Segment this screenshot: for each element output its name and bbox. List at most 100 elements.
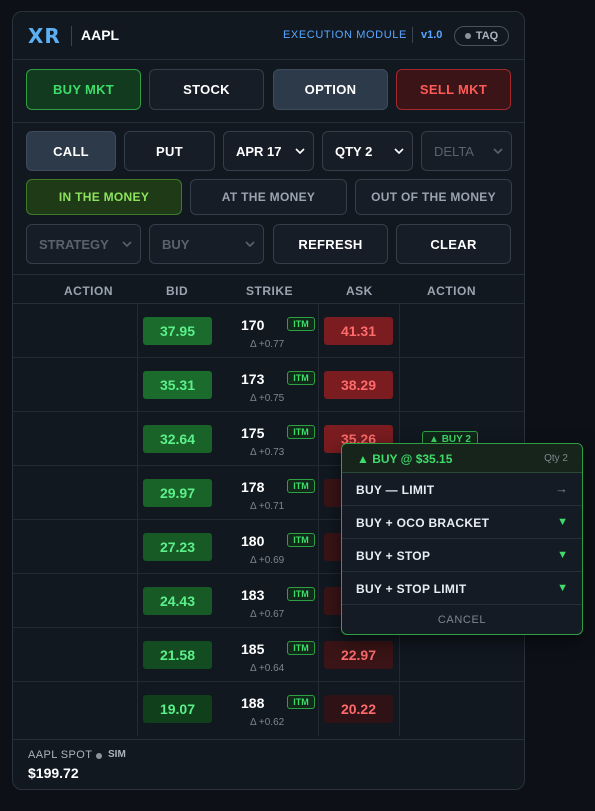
chain-table-header: ACTION BID STRIKE ASK ACTION [13,274,524,304]
column-divider [399,358,400,412]
itm-badge: ITM [287,425,315,439]
strike-price: 185 [241,641,265,657]
version-label: v1.0 [421,29,443,41]
column-divider [399,304,400,358]
column-divider [399,628,400,682]
refresh-button[interactable]: REFRESH [273,224,388,264]
header-divider [71,26,72,46]
ask-price-cell[interactable]: 41.31 [324,317,393,345]
column-divider [137,358,138,412]
menu-item-label: BUY + OCO BRACKET [356,516,490,530]
status-dot-icon [464,33,471,39]
buy-market-button[interactable]: BUY MKT [26,69,141,110]
out-of-the-money-button[interactable]: OUT OF THE MONEY [355,179,512,215]
menu-item-buy-stop[interactable]: BUY + STOP ▼ [342,539,582,572]
itm-badge: ITM [287,587,315,601]
expand-triangle-icon: ▼ [557,516,568,528]
expand-triangle-icon: ▼ [557,582,568,594]
column-divider [318,520,319,574]
bid-price-cell[interactable]: 37.95 [143,317,212,345]
menu-item-buy-stop-limit[interactable]: BUY + STOP LIMIT ▼ [342,572,582,605]
strike-price: 175 [241,425,265,441]
strike-price: 170 [241,317,265,333]
bid-price-cell[interactable]: 29.97 [143,479,212,507]
mode-badge: SIM [108,749,126,760]
column-header-strike: STRIKE [246,284,294,298]
column-divider [318,358,319,412]
delta-value: Δ +0.69 [250,555,285,566]
put-button[interactable]: PUT [124,131,215,171]
bid-price-cell[interactable]: 35.31 [143,371,212,399]
column-header-action: ACTION [427,284,476,298]
quantity-select[interactable]: QTY 2 [322,131,413,171]
spot-price: $199.72 [28,765,79,781]
expiry-select[interactable]: APR 17 [223,131,314,171]
menu-item-label: BUY + STOP [356,549,431,563]
header-bar: XR AAPL EXECUTION MODULE v1.0 TAQ [13,12,524,60]
call-button[interactable]: CALL [26,131,116,171]
chevron-down-icon [295,148,305,155]
bid-price-cell[interactable]: 32.64 [143,425,212,453]
option-button[interactable]: OPTION [273,69,388,110]
strike-price: 183 [241,587,265,603]
ticker-symbol: AAPL [81,27,120,43]
in-the-money-button[interactable]: IN THE MONEY [26,179,182,215]
column-divider [137,412,138,466]
menu-item-buy-oco-bracket[interactable]: BUY + OCO BRACKET ▼ [342,506,582,539]
delta-value: Δ +0.71 [250,501,285,512]
popup-quantity: Qty 2 [544,453,568,464]
bid-price-cell[interactable]: 21.58 [143,641,212,669]
bid-price-cell[interactable]: 24.43 [143,587,212,615]
quantity-value: QTY 2 [335,143,373,159]
column-header-bid: BID [166,284,189,298]
itm-badge: ITM [287,641,315,655]
chevron-down-icon [493,148,503,155]
strategy-select[interactable]: STRATEGY [26,224,141,264]
ask-price-cell[interactable]: 20.22 [324,695,393,723]
menu-item-buy-limit[interactable]: BUY — LIMIT → [342,473,582,506]
arrow-right-icon: → [555,481,568,496]
column-header-action: ACTION [64,284,113,298]
strategy-placeholder: STRATEGY [39,236,109,252]
column-header-ask: ASK [346,284,373,298]
table-row: 35.31 173 ITM Δ +0.75 38.29 [13,358,524,412]
itm-badge: ITM [287,479,315,493]
spot-label: AAPL SPOT [28,749,93,761]
ask-price-cell[interactable]: 22.97 [324,641,393,669]
strike-price: 188 [241,695,265,711]
delta-value: Δ +0.77 [250,339,285,350]
status-dot-icon [96,753,102,759]
menu-item-label: BUY + STOP LIMIT [356,582,467,596]
column-divider [318,304,319,358]
column-divider [318,412,319,466]
sell-market-button[interactable]: SELL MKT [396,69,511,110]
bid-price-cell[interactable]: 27.23 [143,533,212,561]
feed-status-badge[interactable]: TAQ [454,26,509,46]
buy-order-popup: ▲ BUY @ $35.15 Qty 2 BUY — LIMIT → BUY +… [341,443,583,635]
delta-value: Δ +0.62 [250,717,285,728]
strike-price: 180 [241,533,265,549]
table-row: 19.07 188 ITM Δ +0.62 20.22 [13,682,524,736]
popup-cancel-button[interactable]: CANCEL [342,605,582,634]
at-the-money-button[interactable]: AT THE MONEY [190,179,347,215]
header-divider [412,27,413,43]
delta-placeholder: DELTA [434,143,474,159]
chevron-down-icon [245,241,255,248]
spot-footer: AAPL SPOT SIM $199.72 [13,739,524,789]
clear-button[interactable]: CLEAR [396,224,511,264]
bid-price-cell[interactable]: 19.07 [143,695,212,723]
column-divider [318,682,319,736]
side-select[interactable]: BUY [149,224,264,264]
column-divider [137,466,138,520]
chevron-down-icon [122,241,132,248]
column-divider [137,682,138,736]
stock-button[interactable]: STOCK [149,69,264,110]
popup-title: ▲ BUY @ $35.15 [357,452,453,466]
itm-badge: ITM [287,317,315,331]
column-divider [137,304,138,358]
side-placeholder: BUY [162,236,190,252]
delta-select[interactable]: DELTA [421,131,512,171]
app-logo: XR [28,24,61,48]
column-divider [137,628,138,682]
ask-price-cell[interactable]: 38.29 [324,371,393,399]
